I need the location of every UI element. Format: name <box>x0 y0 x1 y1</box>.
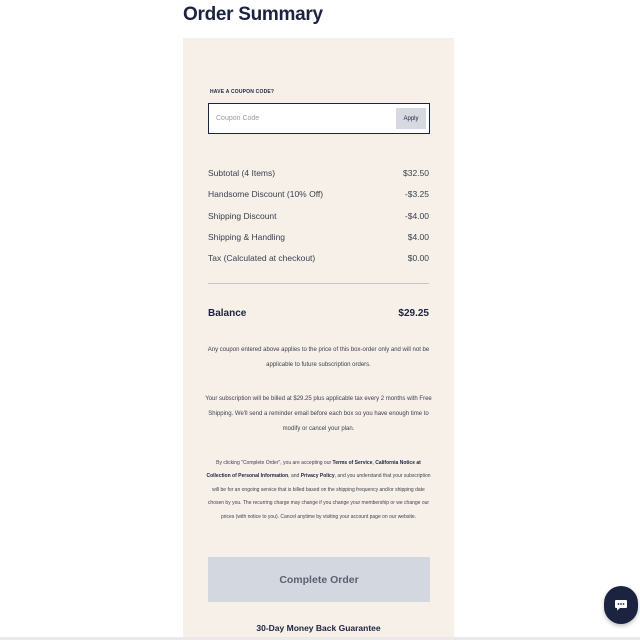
line-item-value: $0.00 <box>407 253 429 264</box>
summary-line-items: Subtotal (4 Items) $32.50 Handsome Disco… <box>208 167 429 273</box>
legal-text: , and you understand that your subscript… <box>207 473 431 520</box>
line-item-shipping-handling: Shipping & Handling $4.00 <box>208 231 429 252</box>
coupon-heading: HAVE A COUPON CODE? <box>210 89 275 95</box>
apply-coupon-button[interactable]: Apply <box>396 108 426 129</box>
billing-note: Your subscription will be billed at $29.… <box>205 396 432 432</box>
order-summary-panel: HAVE A COUPON CODE? Apply Subtotal (4 It… <box>183 38 454 640</box>
line-item-value: -$3.25 <box>404 189 429 200</box>
line-item-label: Subtotal (4 Items) <box>208 168 276 178</box>
line-item-value: -$4.00 <box>404 210 429 221</box>
legal-text: By clicking "Complete Order", you are ac… <box>216 460 333 466</box>
chat-widget-button[interactable] <box>604 586 638 624</box>
line-item-label: Tax (Calculated at checkout) <box>208 253 316 264</box>
coupon-code-input[interactable] <box>210 105 390 132</box>
line-item-label: Shipping Discount <box>208 210 277 221</box>
terms-of-service-link[interactable]: Terms of Service <box>333 460 373 466</box>
balance-label: Balance <box>208 308 247 319</box>
line-item-label: Shipping & Handling <box>208 231 286 242</box>
line-item-value: $32.50 <box>403 168 429 178</box>
line-item-subtotal: Subtotal (4 Items) $32.50 <box>208 167 429 188</box>
coupon-note: Any coupon entered above applies to the … <box>207 347 430 368</box>
line-item-shipping-discount: Shipping Discount -$4.00 <box>208 210 429 231</box>
line-item-value: $4.00 <box>407 231 429 242</box>
coupon-form: Apply <box>208 103 430 134</box>
legal-text: , and <box>288 473 301 480</box>
money-back-guarantee: 30-Day Money Back Guarantee <box>256 623 381 633</box>
summary-divider <box>208 283 429 284</box>
line-item-label: Handsome Discount (10% Off) <box>208 189 324 200</box>
page-title: Order Summary <box>183 4 323 25</box>
chat-bubble-icon <box>615 600 627 611</box>
balance-value: $29.25 <box>398 308 429 319</box>
line-item-discount: Handsome Discount (10% Off) -$3.25 <box>208 188 429 209</box>
line-item-tax: Tax (Calculated at checkout) $0.00 <box>208 252 429 273</box>
complete-order-button[interactable]: Complete Order <box>208 557 430 602</box>
privacy-policy-link[interactable]: Privacy Policy <box>301 473 335 479</box>
legal-disclaimer: By clicking "Complete Order", you are ac… <box>205 457 432 524</box>
checkout-page: Order Summary HAVE A COUPON CODE? Apply … <box>0 0 640 640</box>
